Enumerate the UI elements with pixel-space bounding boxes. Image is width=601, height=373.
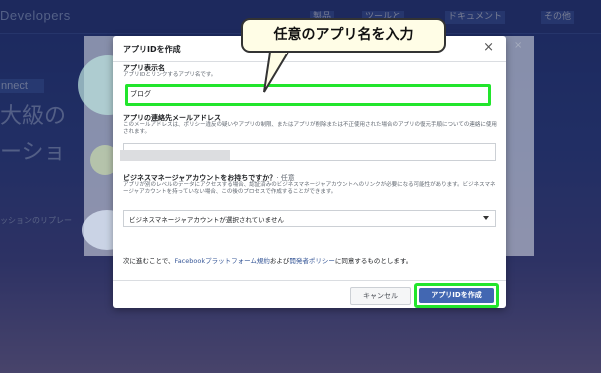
contact-email-help: このメールアドレスは、ポリシー違反の疑いやアプリの制限、またはアプリが削除または… [123, 122, 497, 135]
business-account-select[interactable]: ビジネスマネージャアカウントが選択されていません [123, 210, 496, 227]
business-account-help: アプリが別のレベルのデータにアクセスする場合、認証済みのビジネスマネージャアカウ… [123, 182, 496, 195]
business-account-selected: ビジネスマネージャアカウントが選択されていません [129, 216, 284, 224]
chevron-down-icon [483, 216, 489, 220]
background-close-icon: × [514, 40, 523, 51]
divider [113, 280, 506, 281]
terms-middle: および [269, 257, 290, 265]
create-app-id-button[interactable]: アプリIDを作成 [419, 288, 494, 303]
developer-policy-link[interactable]: 開発者ポリシー [289, 257, 335, 265]
terms-prefix: 次に進むことで、 [123, 257, 175, 265]
create-app-id-dialog: アプリIDを作成 × アプリ表示名 アプリIDとリンクするアプリ名です。 アプリ… [113, 36, 506, 308]
optional-tag: · 任意 [276, 174, 295, 182]
platform-policy-link[interactable]: Facebookプラットフォーム規約 [175, 257, 270, 265]
callout-text: 任意のアプリ名を入力 [273, 27, 414, 43]
callout-pointer [263, 52, 290, 93]
create-button-highlight: アプリIDを作成 [414, 283, 499, 308]
display-name-value: ブログ [130, 90, 151, 98]
blurred-email-value [120, 150, 230, 161]
dialog-title: アプリIDを作成 [123, 45, 181, 54]
terms-suffix: に同意するものとします。 [334, 257, 413, 265]
display-name-field[interactable]: ブログ [125, 84, 491, 106]
business-account-label-text: ビジネスマネージャアカウントをお持ちですか？ [123, 174, 277, 182]
cancel-button[interactable]: キャンセル [350, 287, 411, 305]
divider [113, 61, 506, 62]
display-name-help: アプリIDとリンクするアプリ名です。 [123, 72, 217, 78]
callout-box: 任意のアプリ名を入力 [241, 18, 446, 53]
terms-text: 次に進むことで、Facebookプラットフォーム規約および開発者ポリシーに同意す… [123, 256, 498, 266]
close-icon[interactable]: × [483, 40, 494, 55]
